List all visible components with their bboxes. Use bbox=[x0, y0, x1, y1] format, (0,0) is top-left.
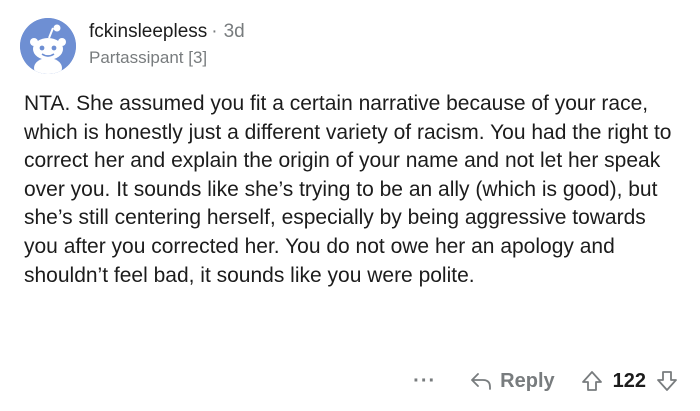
downvote-arrow-icon bbox=[657, 371, 677, 391]
meta-separator: · bbox=[211, 21, 218, 42]
user-flair: Partassipant [3] bbox=[89, 48, 208, 67]
more-options-button[interactable]: ··· bbox=[413, 370, 436, 393]
comment-age[interactable]: 3d bbox=[224, 21, 245, 42]
comment-body: NTA. She assumed you fit a certain narra… bbox=[24, 92, 672, 287]
snoo-avatar-icon bbox=[20, 18, 76, 74]
vote-score: 122 bbox=[612, 369, 646, 392]
username-link[interactable]: fckinsleepless bbox=[89, 21, 207, 42]
comment-actions: ··· Reply 122 bbox=[413, 366, 678, 396]
reply-button[interactable]: Reply bbox=[470, 369, 555, 393]
upvote-button[interactable] bbox=[581, 370, 603, 392]
comment-meta: fckinsleepless · 3d bbox=[89, 20, 245, 44]
comment-header: fckinsleepless · 3d Partassipant [3] bbox=[89, 20, 245, 69]
reply-label: Reply bbox=[500, 369, 555, 392]
downvote-button[interactable] bbox=[656, 370, 678, 392]
upvote-arrow-icon bbox=[581, 371, 602, 391]
reply-arrow-icon bbox=[471, 373, 492, 390]
avatar[interactable] bbox=[20, 18, 76, 74]
